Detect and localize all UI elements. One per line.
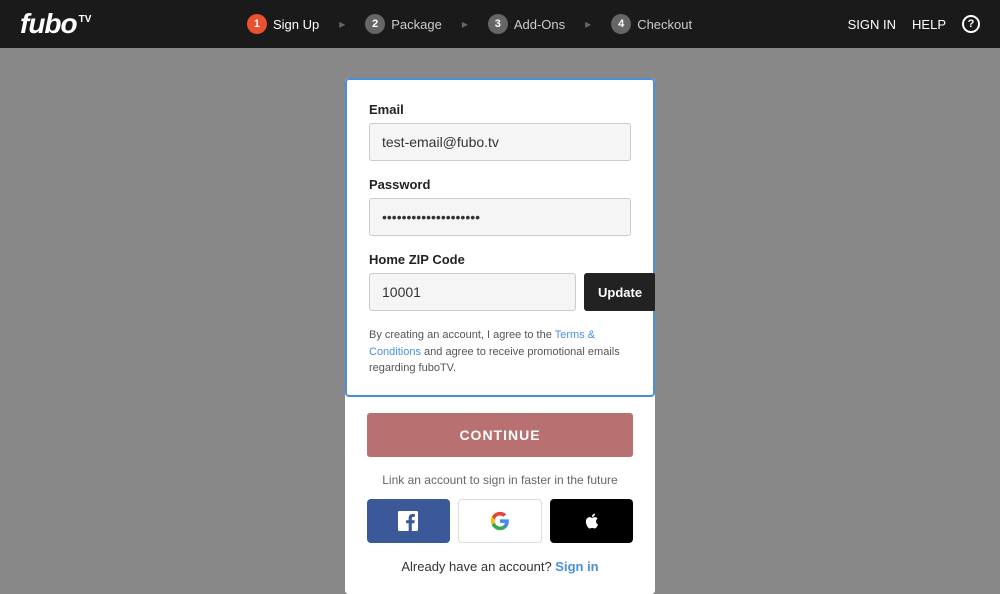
help-circle-icon[interactable]: ? bbox=[962, 15, 980, 33]
terms-prefix: By creating an account, I agree to the bbox=[369, 329, 555, 341]
steps-nav: 1 Sign Up ▸ 2 Package ▸ 3 Add-Ons ▸ 4 Ch… bbox=[247, 14, 692, 34]
social-section: Link an account to sign in faster in the… bbox=[367, 473, 633, 543]
email-group: Email bbox=[369, 102, 631, 161]
social-label: Link an account to sign in faster in the… bbox=[367, 473, 633, 487]
zip-label: Home ZIP Code bbox=[369, 252, 631, 267]
step-circle-1: 1 bbox=[247, 14, 267, 34]
help-nav-button[interactable]: HELP bbox=[912, 17, 946, 32]
header: fubo TV 1 Sign Up ▸ 2 Package ▸ 3 Add-On… bbox=[0, 0, 1000, 48]
terms-text: By creating an account, I agree to the T… bbox=[369, 327, 631, 377]
step-label-1: Sign Up bbox=[273, 17, 319, 32]
password-label: Password bbox=[369, 177, 631, 192]
step-circle-3: 3 bbox=[488, 14, 508, 34]
google-icon bbox=[490, 511, 510, 531]
form-card: Email Password Home ZIP Code Update bbox=[345, 78, 655, 397]
step-sep-2: ▸ bbox=[462, 17, 468, 31]
step-circle-2: 2 bbox=[365, 14, 385, 34]
zip-group: Home ZIP Code Update bbox=[369, 252, 631, 311]
facebook-icon bbox=[398, 511, 418, 531]
step-2: 2 Package bbox=[365, 14, 442, 34]
apple-icon bbox=[583, 511, 601, 531]
email-label: Email bbox=[369, 102, 631, 117]
step-1: 1 Sign Up bbox=[247, 14, 319, 34]
signup-card: Email Password Home ZIP Code Update bbox=[345, 78, 655, 594]
step-4: 4 Checkout bbox=[611, 14, 692, 34]
app-container: fubo TV 1 Sign Up ▸ 2 Package ▸ 3 Add-On… bbox=[0, 0, 1000, 576]
logo-tv-text: TV bbox=[79, 14, 92, 25]
signin-link[interactable]: Sign in bbox=[555, 559, 598, 574]
signin-row: Already have an account? Sign in bbox=[367, 559, 633, 574]
step-label-3: Add-Ons bbox=[514, 17, 565, 32]
card-bottom: CONTINUE Link an account to sign in fast… bbox=[345, 397, 655, 594]
email-field[interactable] bbox=[369, 123, 631, 161]
step-sep-3: ▸ bbox=[585, 17, 591, 31]
zip-field[interactable] bbox=[369, 273, 576, 311]
logo: fubo TV bbox=[20, 10, 91, 38]
step-label-2: Package bbox=[391, 17, 442, 32]
signin-nav-button[interactable]: SIGN IN bbox=[848, 17, 896, 32]
step-3: 3 Add-Ons bbox=[488, 14, 565, 34]
step-label-4: Checkout bbox=[637, 17, 692, 32]
logo-text: fubo bbox=[20, 10, 77, 38]
signin-text: Already have an account? bbox=[401, 559, 551, 574]
update-zip-button[interactable]: Update bbox=[584, 273, 655, 311]
password-field[interactable] bbox=[369, 198, 631, 236]
password-group: Password bbox=[369, 177, 631, 236]
continue-button[interactable]: CONTINUE bbox=[367, 413, 633, 457]
social-buttons bbox=[367, 499, 633, 543]
zip-row: Update bbox=[369, 273, 631, 311]
apple-signin-button[interactable] bbox=[550, 499, 633, 543]
google-signin-button[interactable] bbox=[458, 499, 543, 543]
header-right: SIGN IN HELP ? bbox=[848, 15, 980, 33]
step-sep-1: ▸ bbox=[339, 17, 345, 31]
facebook-signin-button[interactable] bbox=[367, 499, 450, 543]
main-content: Email Password Home ZIP Code Update bbox=[0, 48, 1000, 576]
step-circle-4: 4 bbox=[611, 14, 631, 34]
